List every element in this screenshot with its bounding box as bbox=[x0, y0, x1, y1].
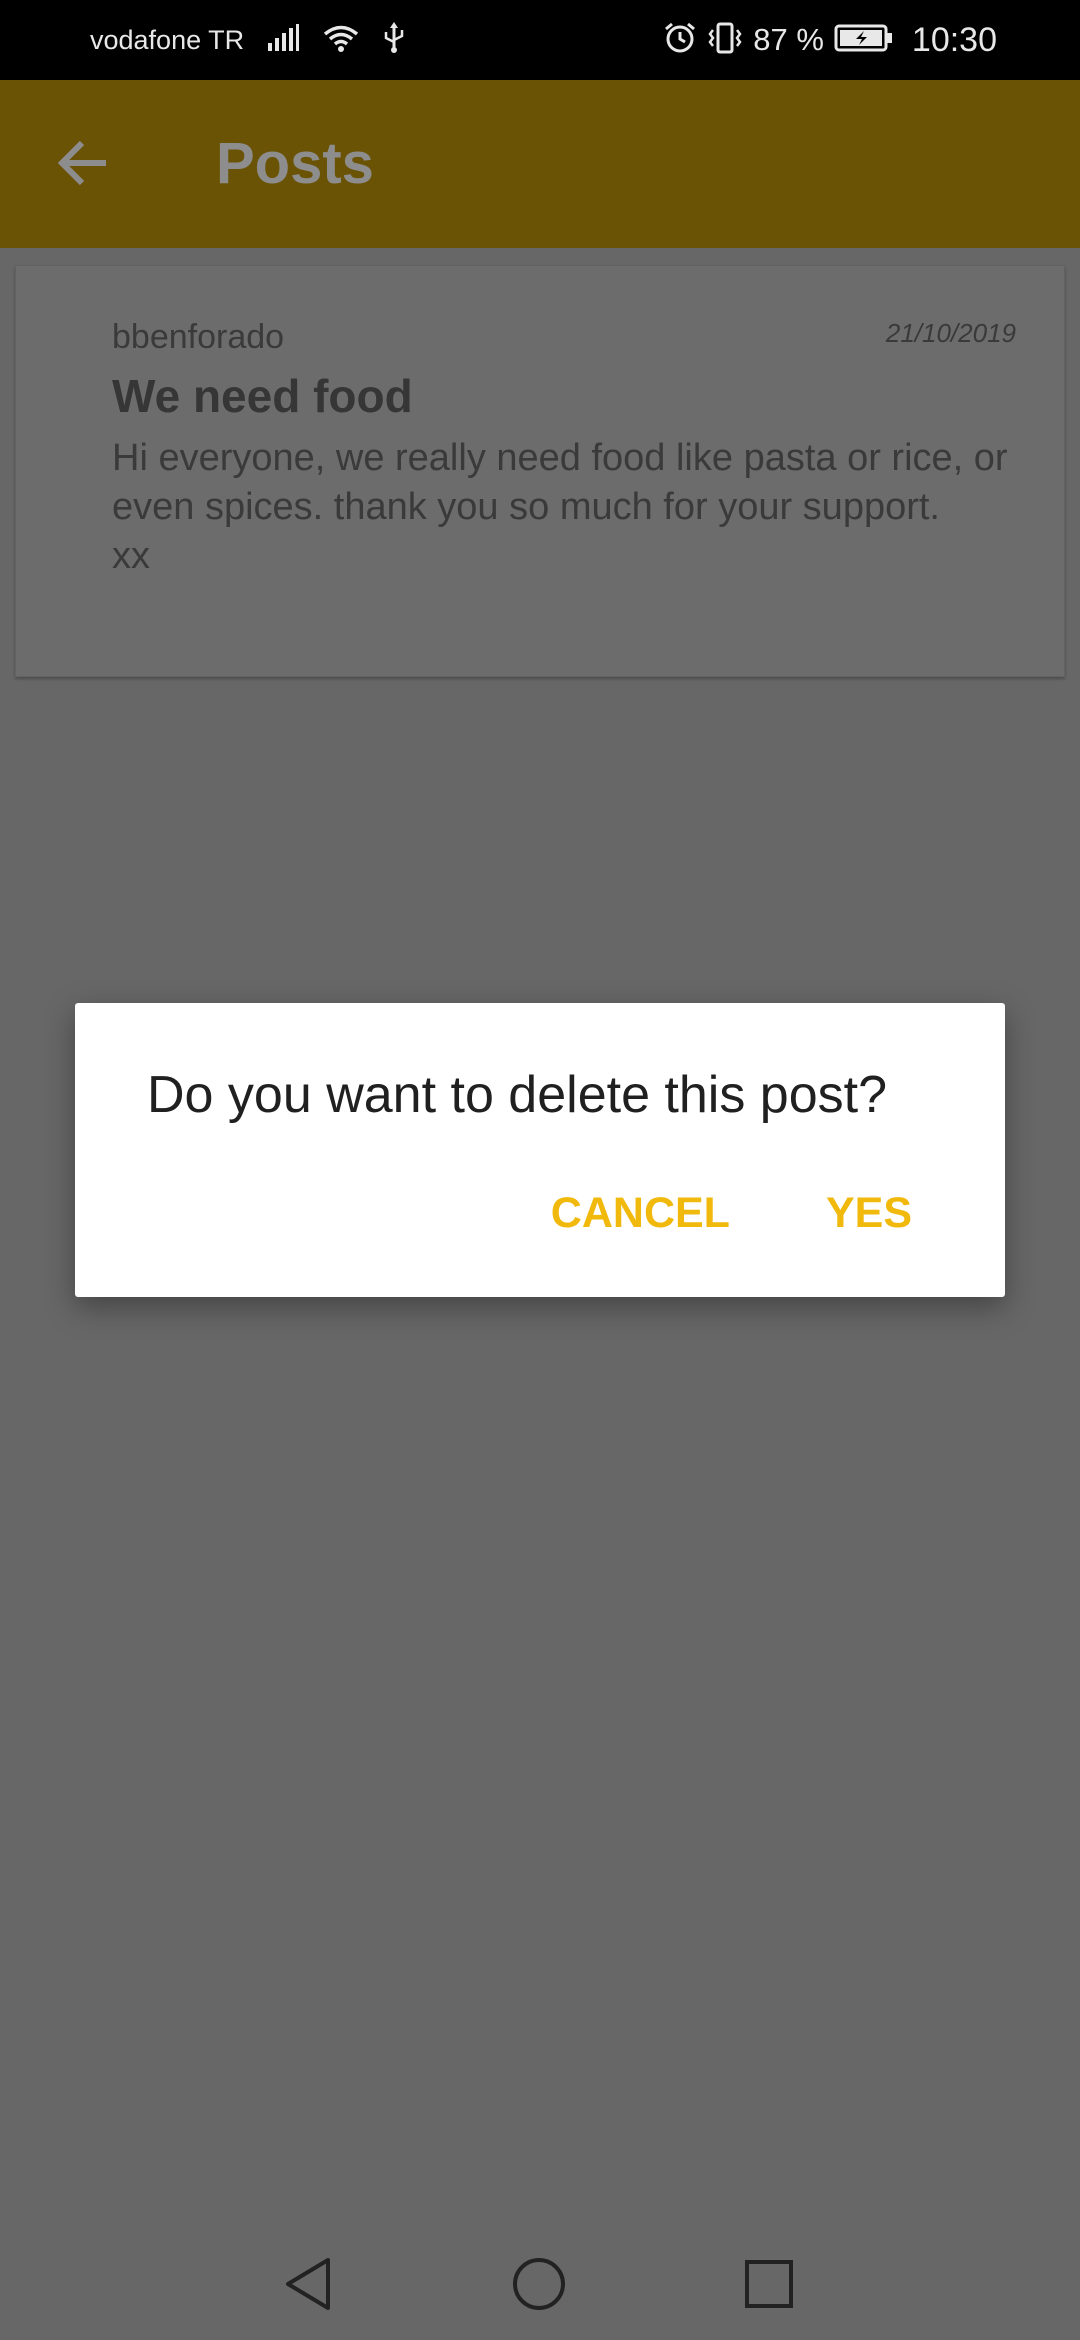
nav-home-button[interactable] bbox=[509, 2256, 569, 2316]
battery-charging-icon bbox=[834, 23, 894, 58]
carrier-name: vodafone TR bbox=[90, 24, 245, 55]
recents-square-icon bbox=[744, 2259, 794, 2314]
alarm-icon bbox=[663, 21, 697, 60]
nav-back-button[interactable] bbox=[278, 2256, 338, 2316]
home-circle-icon bbox=[511, 2256, 567, 2317]
post-body: Hi everyone, we really need food like pa… bbox=[112, 437, 1008, 577]
back-button[interactable] bbox=[50, 132, 116, 198]
app-bar: Posts bbox=[0, 80, 1080, 248]
signal-icon bbox=[266, 23, 300, 58]
wifi-icon bbox=[322, 23, 360, 58]
post-card[interactable]: bbenforado 21/10/2019 We need food Hi ev… bbox=[15, 265, 1065, 677]
arrow-left-icon bbox=[56, 139, 110, 192]
page-title: Posts bbox=[216, 131, 374, 196]
status-right: 87 % 10:30 bbox=[663, 0, 997, 80]
nav-recents-button[interactable] bbox=[739, 2256, 799, 2316]
post-author: bbenforado bbox=[112, 318, 285, 356]
cancel-button[interactable]: CANCEL bbox=[551, 1189, 730, 1238]
status-bar: vodafone TR 87 % 10:30 bbox=[0, 0, 1080, 80]
status-left: vodafone TR bbox=[90, 0, 406, 80]
post-title: We need food bbox=[112, 370, 413, 422]
system-nav-bar bbox=[0, 2190, 1080, 2340]
dialog-message: Do you want to delete this post? bbox=[147, 1066, 888, 1124]
dialog-actions: CANCEL YES bbox=[551, 1189, 912, 1238]
back-triangle-icon bbox=[282, 2256, 334, 2317]
clock: 10:30 bbox=[911, 20, 997, 59]
delete-dialog: Do you want to delete this post? CANCEL … bbox=[75, 1003, 1005, 1297]
post-date: 21/10/2019 bbox=[885, 318, 1016, 348]
usb-icon bbox=[382, 21, 406, 59]
yes-button[interactable]: YES bbox=[826, 1189, 912, 1238]
battery-percent: 87 % bbox=[753, 22, 824, 57]
vibrate-icon bbox=[707, 21, 743, 60]
